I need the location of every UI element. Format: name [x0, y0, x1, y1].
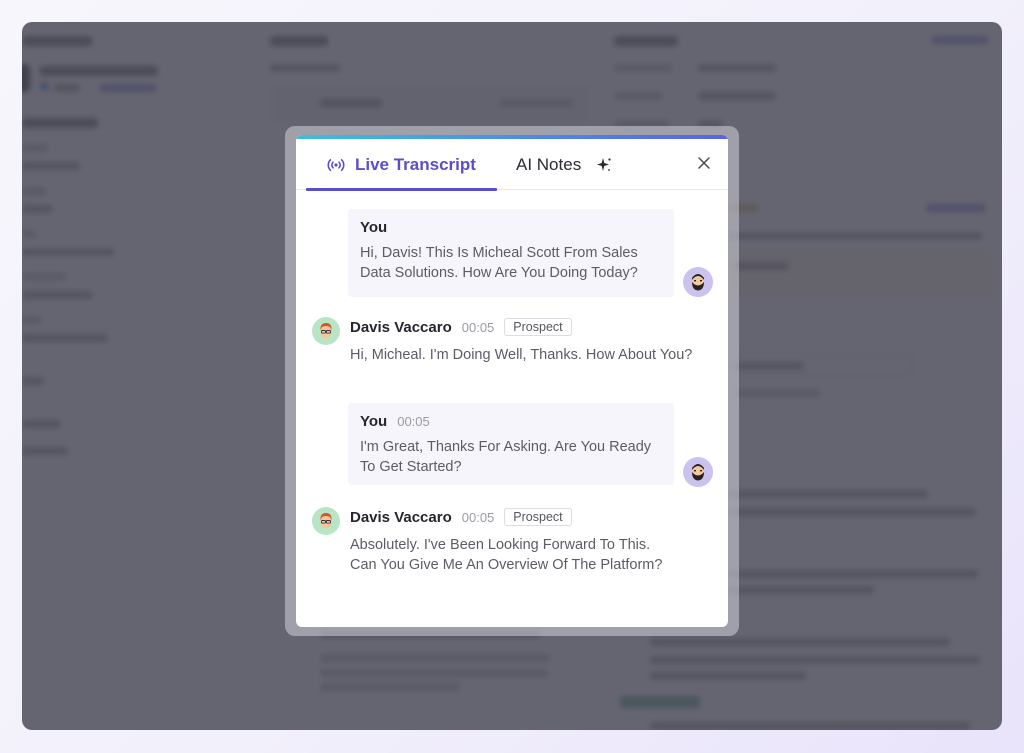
transcript-message: You Hi, Davis! This Is Micheal Scott Fro…	[348, 209, 674, 297]
message-text: Absolutely. I've Been Looking Forward To…	[350, 537, 663, 573]
close-icon	[698, 156, 710, 174]
message-text: Hi, Micheal. I'm Doing Well, Thanks. How…	[350, 347, 693, 363]
speaker-name: You	[360, 219, 388, 236]
speaker-name: Davis Vaccaro	[350, 318, 452, 336]
modal-tabs: Live Transcript AI Notes	[296, 139, 728, 191]
role-badge: Prospect	[504, 318, 572, 336]
tab-ai-notes[interactable]: AI Notes	[516, 139, 613, 190]
message-timestamp: 00:05	[397, 414, 430, 429]
message-header: You	[360, 219, 662, 236]
avatar	[312, 317, 340, 345]
transcript-list: You Hi, Davis! This Is Micheal Scott Fro…	[296, 191, 728, 627]
message-timestamp: 00:05	[461, 319, 495, 335]
avatar	[312, 507, 340, 535]
message-timestamp: 00:05	[461, 509, 495, 525]
message-body: Davis Vaccaro 00:05 Prospect Absolutely.…	[350, 507, 695, 575]
transcript-message: You 00:05 I'm Great, Thanks For Asking. …	[348, 403, 674, 485]
message-text: Hi, Davis! This Is Micheal Scott From Sa…	[360, 245, 638, 281]
role-badge: Prospect	[504, 508, 572, 526]
tab-ai-notes-label: AI Notes	[516, 154, 582, 174]
message-header: You 00:05	[360, 413, 662, 430]
sparkle-icon	[595, 156, 613, 174]
speaker-name: Davis Vaccaro	[350, 508, 452, 526]
tab-live-transcript-label: Live Transcript	[355, 154, 476, 174]
message-header: Davis Vaccaro 00:05 Prospect	[350, 507, 695, 527]
avatar	[683, 457, 713, 487]
message-body: Davis Vaccaro 00:05 Prospect Hi, Micheal…	[350, 317, 695, 366]
broadcast-icon	[326, 158, 346, 172]
message-header: Davis Vaccaro 00:05 Prospect	[350, 317, 695, 337]
speaker-name: You	[360, 413, 388, 430]
tab-live-transcript[interactable]: Live Transcript	[306, 139, 497, 191]
avatar	[683, 267, 713, 297]
message-text: I'm Great, Thanks For Asking. Are You Re…	[360, 439, 652, 475]
transcript-modal: Live Transcript AI Notes You Hi, Davis! …	[296, 135, 728, 627]
close-button[interactable]	[694, 155, 714, 175]
